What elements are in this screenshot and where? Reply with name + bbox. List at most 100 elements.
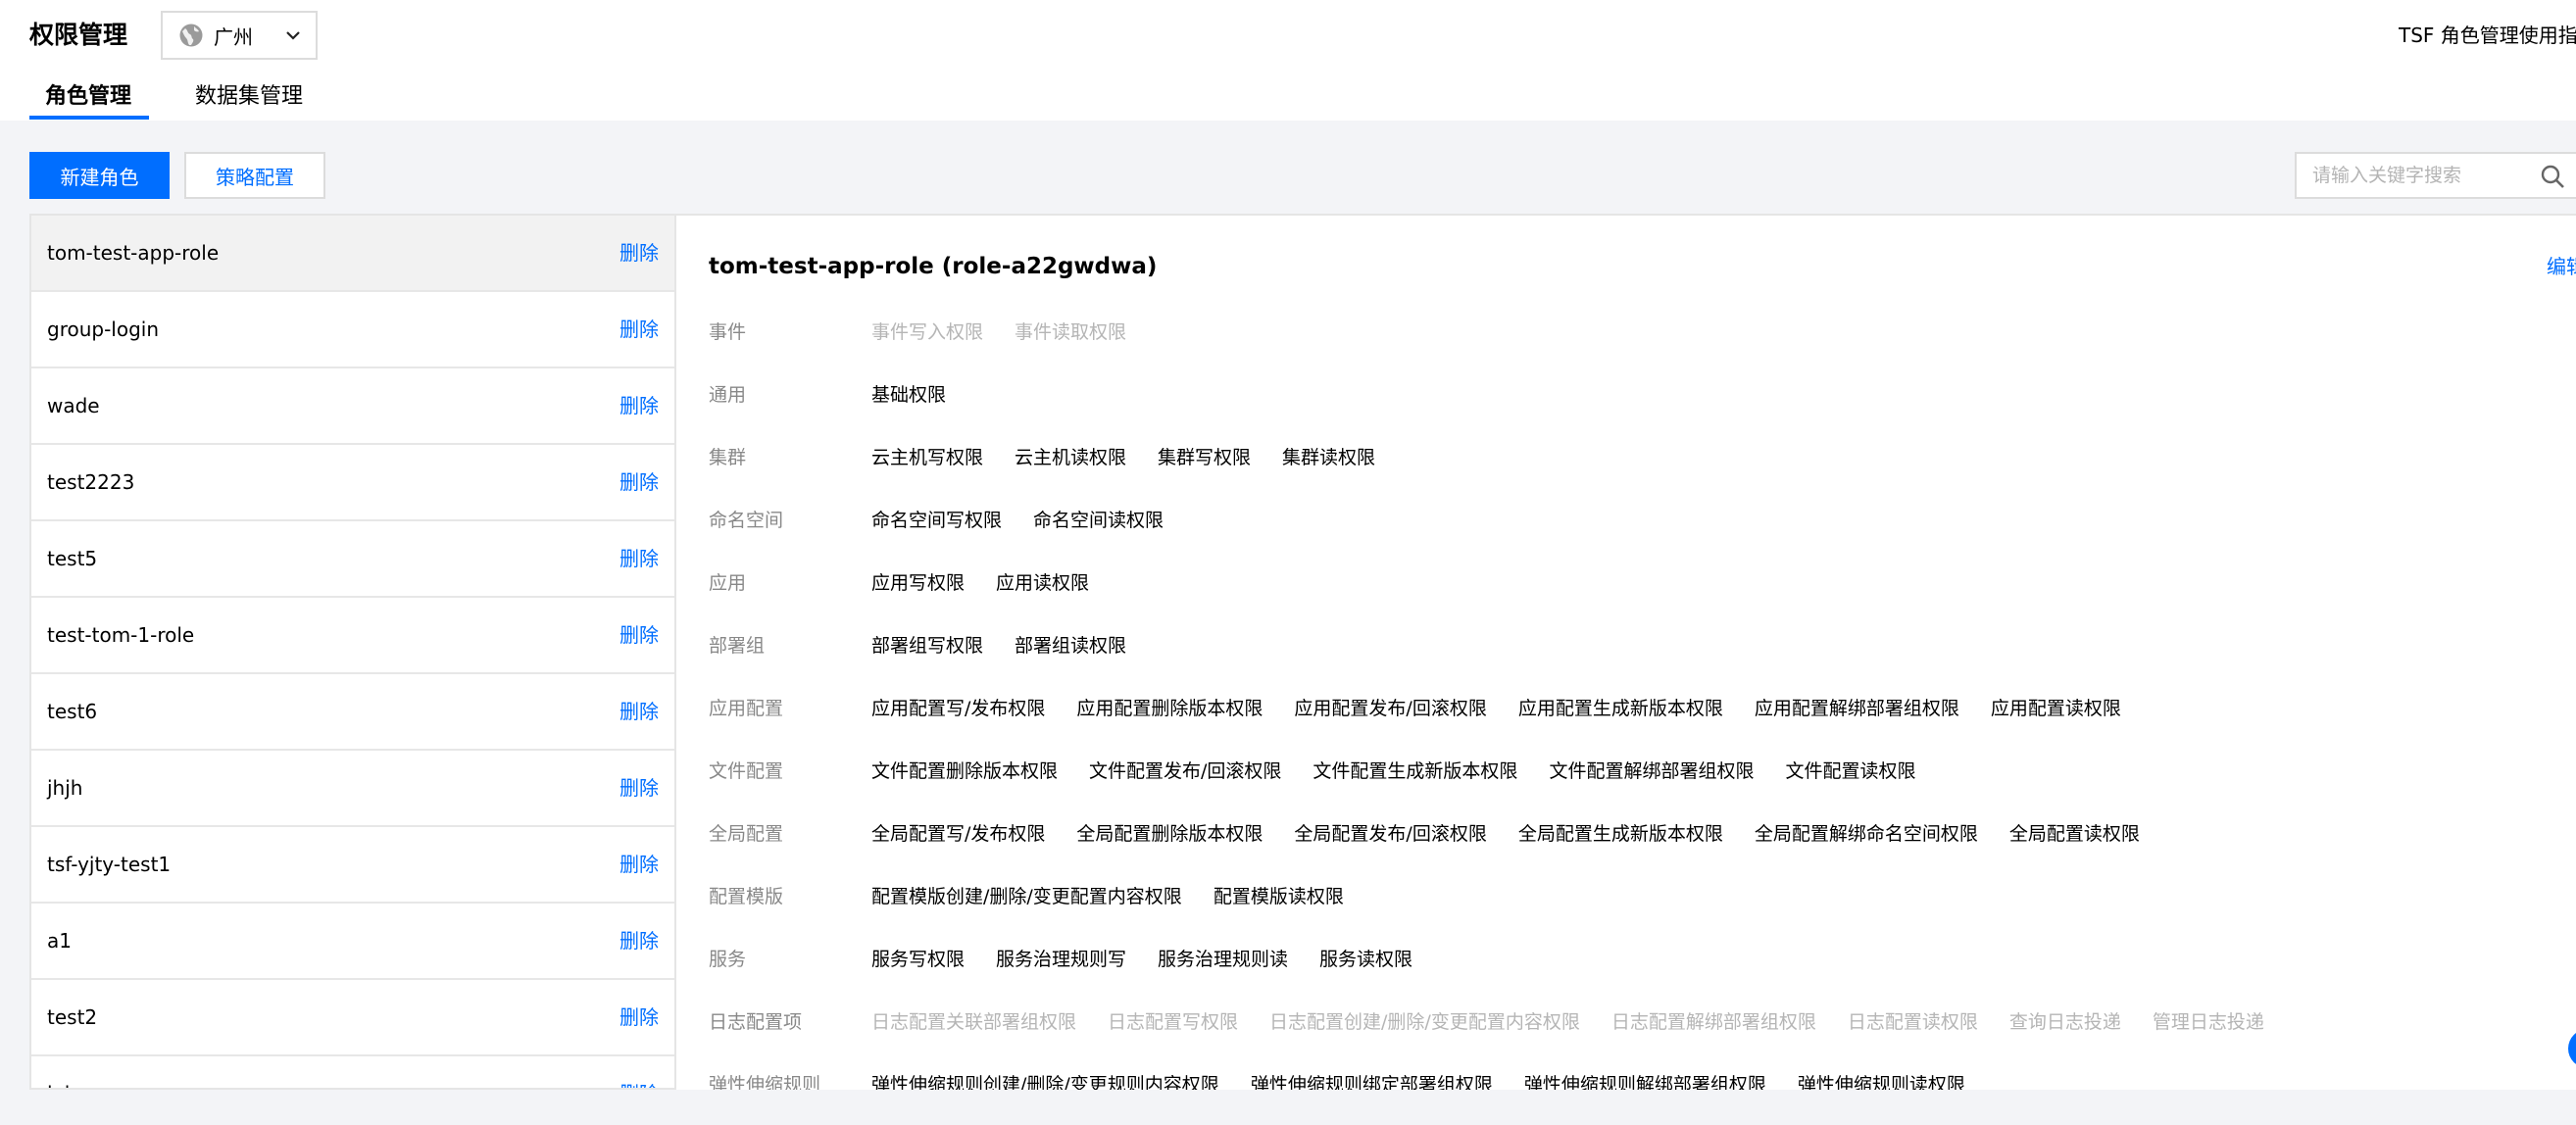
permission-category: 应用配置 (709, 698, 784, 719)
permission-item: 集群写权限 (1158, 447, 1252, 468)
permission-category: 全局配置 (709, 823, 784, 845)
delete-role-button[interactable]: 删除 (619, 598, 659, 672)
permission-item: 日志配置创建/删除/变更配置内容权限 (1269, 1011, 1580, 1033)
permission-item: 应用写权限 (871, 572, 966, 594)
tab-role-management[interactable]: 角色管理 (45, 82, 131, 112)
permission-list: 部署组写权限 部署组读权限 (871, 631, 1126, 660)
permission-item: 文件配置删除版本权限 (871, 760, 1059, 782)
permission-list: 应用配置写/发布权限 应用配置删除版本权限 应用配置发布/回滚权限 应用配置生成新版本… (871, 694, 2121, 723)
permission-item: 部署组读权限 (1015, 635, 1127, 657)
permission-list: 基础权限 (871, 380, 946, 410)
policy-config-button[interactable]: 策略配置 (184, 152, 325, 199)
role-list-item[interactable]: tom-test-app-role 删除 (31, 216, 674, 292)
permission-list: 全局配置写/发布权限 全局配置删除版本权限 全局配置发布/回滚权限 全局配置生成新版本… (871, 819, 2140, 849)
permission-item: 命名空间读权限 (1033, 510, 1164, 531)
permission-item: 文件配置读权限 (1785, 760, 1916, 782)
permission-category: 配置模版 (709, 886, 784, 907)
role-name: wade (47, 394, 100, 417)
permission-item: 日志配置关联部署组权限 (871, 1011, 1077, 1033)
edit-button[interactable]: 编辑 (2547, 253, 2576, 280)
permission-item: 事件读取权限 (1015, 321, 1127, 343)
delete-role-button[interactable]: 删除 (619, 980, 659, 1054)
permission-item: 应用配置发布/回滚权限 (1294, 698, 1487, 719)
role-list-item[interactable]: test6 删除 (31, 674, 674, 751)
search-box (2295, 152, 2576, 199)
delete-role-button[interactable]: 删除 (619, 368, 659, 443)
permission-category: 部署组 (709, 635, 766, 657)
permission-list: 命名空间写权限 命名空间读权限 (871, 506, 1164, 535)
role-guide-link[interactable]: TSF 角色管理使用指引 (2399, 22, 2576, 49)
permission-item: 弹性伸缩规则绑定部署组权限 (1250, 1074, 1493, 1090)
role-list-item[interactable]: test2 删除 (31, 980, 674, 1056)
delete-role-button[interactable]: 删除 (619, 216, 659, 290)
delete-role-button[interactable]: 删除 (619, 904, 659, 978)
role-detail-panel: tom-test-app-role (role-a22gwdwa) 编辑 事件 事… (676, 214, 2576, 1090)
role-list-item[interactable]: jhjh 删除 (31, 751, 674, 827)
role-name: test6 (47, 700, 98, 723)
permission-item: 弹性伸缩规则创建/删除/变更规则内容权限 (871, 1074, 1219, 1090)
permission-list: 云主机写权限 云主机读权限 集群写权限 集群读权限 (871, 443, 1375, 472)
permission-item: 查询日志投递 (2008, 1011, 2121, 1033)
delete-role-button[interactable]: 删除 (619, 674, 659, 749)
role-list-item[interactable]: test-tom-1-role 删除 (31, 598, 674, 674)
permission-category: 命名空间 (709, 510, 784, 531)
permission-item: 事件写入权限 (871, 321, 984, 343)
permission-list: 弹性伸缩规则创建/删除/变更规则内容权限 弹性伸缩规则绑定部署组权限 弹性伸缩规则解… (871, 1070, 1965, 1090)
search-icon[interactable] (2540, 164, 2565, 189)
region-label: 广州 (214, 24, 253, 49)
permission-item: 弹性伸缩规则读权限 (1797, 1074, 1965, 1090)
permission-item: 日志配置写权限 (1108, 1011, 1239, 1033)
role-list-item[interactable]: tsf-yjty-test1 删除 (31, 827, 674, 904)
permission-item: 全局配置写/发布权限 (871, 823, 1046, 845)
role-name: tom-test-app-role (47, 241, 220, 265)
permission-category: 服务 (709, 949, 747, 970)
permission-item: 弹性伸缩规则解绑部署组权限 (1523, 1074, 1766, 1090)
permission-list: 日志配置关联部署组权限 日志配置写权限 日志配置创建/删除/变更配置内容权限 日志配置… (871, 1007, 2264, 1037)
permission-item: 服务治理规则读 (1158, 949, 1289, 970)
permission-item: 应用读权限 (996, 572, 1090, 594)
permission-item: 文件配置解绑部署组权限 (1549, 760, 1755, 782)
permission-item: 全局配置删除版本权限 (1076, 823, 1263, 845)
delete-role-button[interactable]: 删除 (619, 521, 659, 596)
role-name: test5 (47, 547, 98, 570)
active-tab-indicator (29, 116, 149, 120)
permission-item: 日志配置解绑部署组权限 (1610, 1011, 1816, 1033)
permission-item: 应用配置删除版本权限 (1076, 698, 1263, 719)
region-select[interactable]: 广州 (161, 11, 318, 60)
permission-item: 基础权限 (871, 384, 947, 406)
permission-item: 文件配置生成新版本权限 (1313, 760, 1518, 782)
role-name: jhjh (47, 776, 83, 800)
permission-category: 事件 (709, 321, 747, 343)
tab-dataset-management[interactable]: 数据集管理 (195, 82, 303, 112)
role-name: test2 (47, 1005, 98, 1029)
delete-role-button[interactable]: 删除 (619, 1056, 659, 1088)
role-list: tom-test-app-role 删除 group-login 删除 wade 删除 te… (29, 214, 676, 1090)
permission-category: 集群 (709, 447, 747, 468)
role-list-item[interactable]: test2223 删除 (31, 445, 674, 521)
search-input[interactable] (2297, 154, 2532, 197)
permission-item: 部署组写权限 (871, 635, 984, 657)
permission-item: 服务写权限 (871, 949, 966, 970)
new-role-button[interactable]: 新建角色 (29, 152, 170, 199)
delete-role-button[interactable]: 删除 (619, 445, 659, 519)
permission-list: 应用写权限 应用读权限 (871, 568, 1089, 598)
delete-role-button[interactable]: 删除 (619, 292, 659, 367)
permission-category: 文件配置 (709, 760, 784, 782)
role-list-item[interactable]: a1 删除 (31, 904, 674, 980)
role-list-item[interactable]: lol 删除 (31, 1056, 674, 1088)
permission-item: 命名空间写权限 (871, 510, 1003, 531)
permission-item: 全局配置读权限 (2008, 823, 2140, 845)
permission-item: 应用配置写/发布权限 (871, 698, 1046, 719)
permission-item: 应用配置生成新版本权限 (1517, 698, 1723, 719)
globe-icon (179, 24, 203, 47)
delete-role-button[interactable]: 删除 (619, 827, 659, 902)
permission-item: 管理日志投递 (2152, 1011, 2264, 1033)
role-list-item[interactable]: test5 删除 (31, 521, 674, 598)
permission-category: 日志配置项 (709, 1011, 803, 1033)
permission-list: 事件写入权限 事件读取权限 (871, 318, 1126, 347)
permission-item: 云主机写权限 (871, 447, 984, 468)
delete-role-button[interactable]: 删除 (619, 751, 659, 825)
role-list-item[interactable]: group-login 删除 (31, 292, 674, 368)
permission-item: 全局配置发布/回滚权限 (1294, 823, 1487, 845)
role-list-item[interactable]: wade 删除 (31, 368, 674, 445)
